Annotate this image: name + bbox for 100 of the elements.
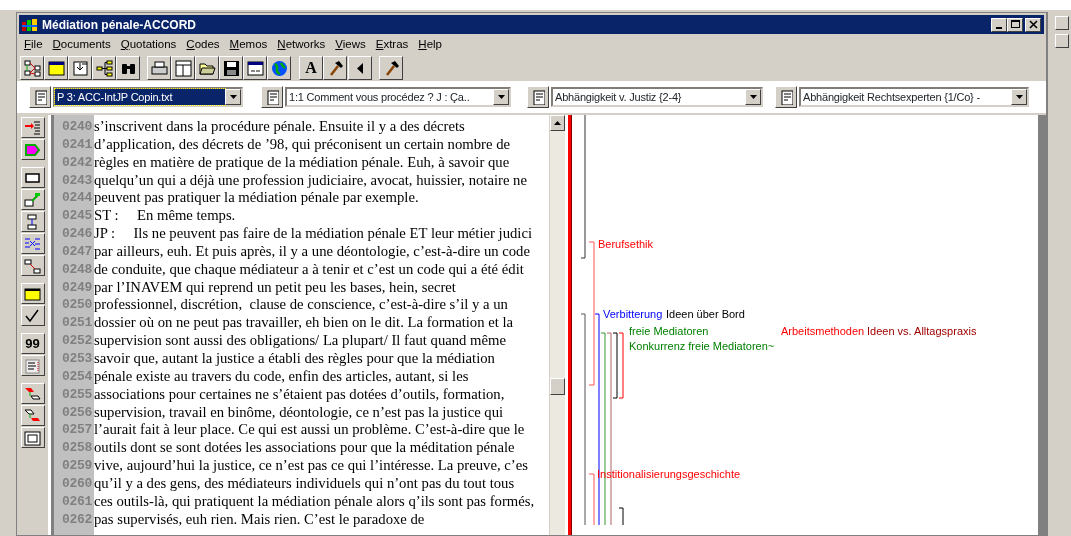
text-line: supervision sont aussi des obligations/ La plupart/ Il faut quand même <box>94 332 507 350</box>
code-label[interactable]: Berufsethik <box>598 238 654 251</box>
toolbar-button[interactable] <box>20 405 45 426</box>
font-button[interactable]: A <box>299 56 323 80</box>
toolbar-button[interactable] <box>20 305 45 326</box>
toolbar-button[interactable] <box>348 56 372 80</box>
line-number: 0256 <box>61 403 93 422</box>
toolbar-button[interactable] <box>44 56 68 80</box>
tree-icon <box>95 59 113 77</box>
text-line: quelqu’un qui a déjà une profession judiciaire, avocat, huissier, notaire ne <box>94 171 528 190</box>
document-icon <box>265 89 279 105</box>
close-button[interactable] <box>1025 17 1041 32</box>
caret-down-icon <box>1015 95 1023 99</box>
document-button[interactable] <box>29 86 51 108</box>
text-line: associations pour certaines ne s’étaient pas dotées d’outils, formation, <box>94 385 506 404</box>
text-line: d’application, des décrets de ’98, qui préconisent un certain nombre de <box>94 135 511 154</box>
quote-button[interactable]: 99 <box>20 333 45 354</box>
toolbar-button[interactable] <box>116 56 140 80</box>
list-icon <box>24 357 41 374</box>
menu-item[interactable]: Extras <box>370 36 414 54</box>
toolbar-button[interactable] <box>20 56 44 80</box>
window-icon <box>47 59 65 77</box>
window-title: Médiation pénale-ACCORD <box>42 16 196 34</box>
globe-icon <box>270 59 288 77</box>
minimize-button[interactable] <box>991 17 1007 32</box>
menu-item[interactable]: Quotations <box>115 36 182 54</box>
toolbar-button[interactable] <box>20 189 45 210</box>
code-label[interactable]: Arbeitsmethoden <box>781 325 865 338</box>
menu-item[interactable]: Codes <box>181 36 225 54</box>
code-label[interactable]: Konkurrenz freie Mediatoren~ <box>629 340 775 353</box>
menu-item[interactable]: Views <box>330 36 371 54</box>
toolbar-button[interactable] <box>219 56 243 80</box>
toolbar-button[interactable] <box>195 56 219 80</box>
window-button[interactable] <box>1055 34 1069 48</box>
line-number: 0244 <box>61 189 93 208</box>
toolbar-button[interactable] <box>267 56 291 80</box>
toolbar-button[interactable] <box>20 233 45 254</box>
toolbar-button[interactable] <box>20 167 45 188</box>
toolbar-button[interactable] <box>20 255 45 276</box>
toolbar-button[interactable] <box>147 56 171 80</box>
menu-item[interactable]: Networks <box>272 36 331 54</box>
network-icon <box>24 235 41 252</box>
toolbar-button[interactable] <box>92 56 116 80</box>
window-icon <box>24 285 41 302</box>
window-button[interactable] <box>1055 16 1069 30</box>
scroll-up-button[interactable] <box>550 115 565 131</box>
toolbar-button[interactable] <box>20 355 45 376</box>
code-label[interactable]: Ideen vs. Alltagspraxis <box>867 325 977 338</box>
import-icon <box>71 59 89 77</box>
minimize-icon <box>996 26 1002 29</box>
text-line: vive, aujourd’hui la justice, ce n’est pas ce qui l’intéresse. La preuve, c’es <box>94 457 529 475</box>
document-icon <box>33 89 47 105</box>
maximize-button[interactable] <box>1007 17 1023 32</box>
text-line: pénale existe au travers du code, enfin des articles, autant, si les <box>94 367 470 386</box>
toolbar-button[interactable] <box>379 56 403 80</box>
text-line: ces outils-là, qui pratiquent la médiation pénale alors q’ils sont pas formés, <box>94 492 536 511</box>
toolbar-button[interactable] <box>20 383 45 404</box>
dropdown[interactable]: 1:1 Comment vous procédez ? J : Ça.. <box>285 87 511 107</box>
text-line: JP : Ils ne peuvent pas faire de la médiation pénale ET leur métier judici <box>94 225 534 243</box>
document-button[interactable] <box>527 86 549 108</box>
text-line: pas supervisés, euh rien. Mais rien. C’est le paradoxe de <box>94 510 426 529</box>
toolbar-button[interactable] <box>20 427 45 448</box>
toolbar-button[interactable] <box>68 56 92 80</box>
toolbar-button[interactable] <box>323 56 347 80</box>
window-icon <box>246 59 264 77</box>
text-line: par ailleurs, euh. Et puis après, il y a une déontologie, c’est-à-dire un code <box>94 242 531 261</box>
link-icon <box>24 385 41 402</box>
code-label[interactable]: Institionalisierungsgeschichte <box>597 468 741 481</box>
text-line: dossier où on ne peut pas travailler, eh bien on le dit. La formation et la <box>94 314 515 333</box>
code-label[interactable]: freie Mediatoren <box>629 325 709 338</box>
text-line: s’inscrivent dans la procédure pénale. Ensuite il y a des décrets <box>94 118 466 136</box>
document-button[interactable] <box>261 86 283 108</box>
line-number: 0247 <box>61 242 93 261</box>
network-icon <box>23 59 41 77</box>
toolbar-button[interactable] <box>243 56 267 80</box>
menu-item[interactable]: File <box>19 36 48 54</box>
menu-item[interactable]: Help <box>413 36 447 54</box>
line-number: 0251 <box>61 314 93 333</box>
menu-item[interactable]: Memos <box>224 36 273 54</box>
line-number: 0258 <box>61 439 93 458</box>
caret-up-icon <box>554 121 561 125</box>
document-icon <box>779 89 793 105</box>
dropdown[interactable]: Abhängigkeit Rechtsexperten {1/Co} - <box>799 87 1029 107</box>
dropdown[interactable]: Abhängigkeit v. Justiz {2-4} <box>551 87 763 107</box>
toolbar-button[interactable] <box>171 56 195 80</box>
toolbar-button[interactable] <box>20 139 45 160</box>
menu-item[interactable]: Documents <box>47 36 116 54</box>
line-number: 0254 <box>61 367 93 386</box>
code-label[interactable]: Ideen über Bord <box>666 308 745 321</box>
checkmark-icon <box>24 307 41 324</box>
text-line: ST : En même temps. <box>94 207 237 226</box>
code-label[interactable]: Verbitterung <box>603 308 663 321</box>
document-button[interactable] <box>775 86 797 108</box>
scroll-thumb[interactable] <box>550 378 565 395</box>
text-line: peuvent pas pratiquer la médiation pénale par exemple. <box>94 189 420 208</box>
toolbar-button[interactable] <box>20 211 45 232</box>
toolbar-button[interactable] <box>20 117 45 138</box>
toolbar-button[interactable] <box>20 283 45 304</box>
caret-down-icon <box>497 95 505 99</box>
dropdown[interactable]: P 3: ACC-IntJP Copin.txt <box>53 87 243 107</box>
